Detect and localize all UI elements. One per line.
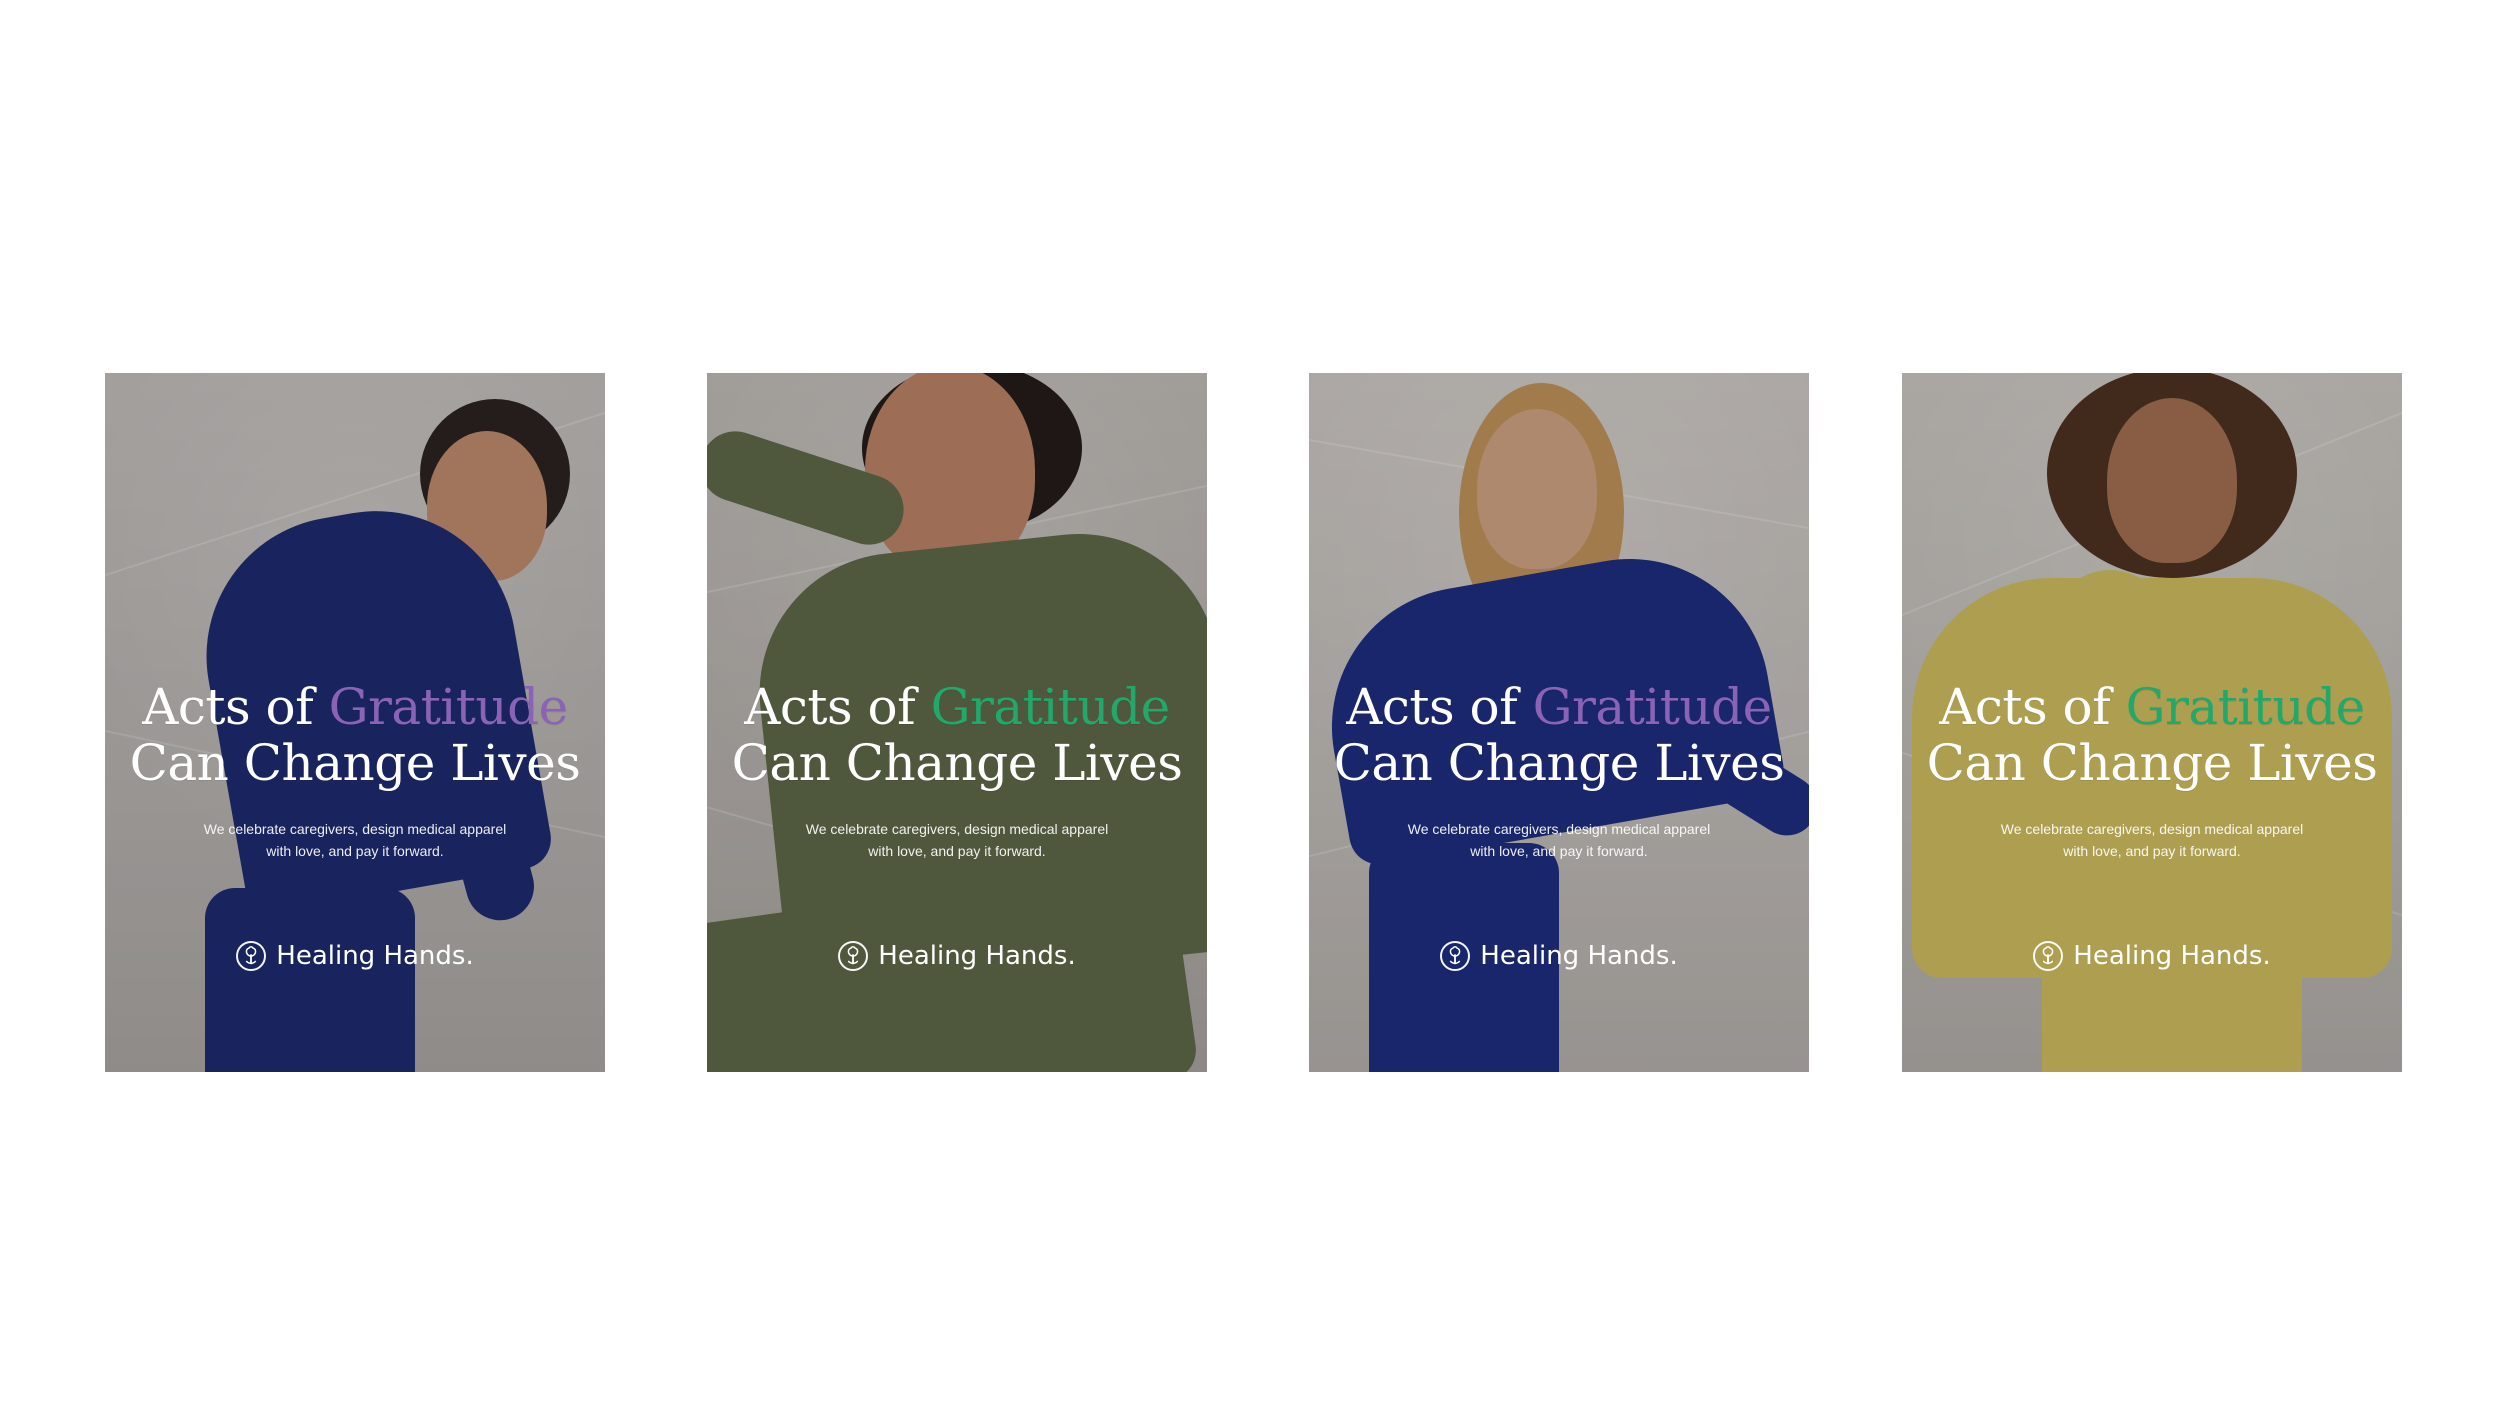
headline-line-1: Acts of Gratitude: [1902, 679, 2402, 735]
headline-line-2: Can Change Lives: [731, 734, 1183, 792]
headline-line-1: Acts of Gratitude: [1309, 679, 1809, 735]
headline-line-1: Acts of Gratitude: [707, 679, 1207, 735]
brand-lockup: Healing Hands.: [105, 941, 605, 971]
poster-3: Acts of Gratitude Can Change Lives We ce…: [1309, 373, 1809, 1072]
subcopy-line-1: We celebrate caregivers, design medical …: [1407, 821, 1711, 837]
brand-name: Healing Hands.: [2073, 941, 2271, 971]
subcopy-line-1: We celebrate caregivers, design medical …: [203, 821, 507, 837]
headline-prefix: Acts of: [744, 678, 931, 736]
brand-lockup: Healing Hands.: [1309, 941, 1809, 971]
headline: Acts of Gratitude Can Change Lives: [707, 679, 1207, 791]
brand-lockup: Healing Hands.: [707, 941, 1207, 971]
poster-4: Acts of Gratitude Can Change Lives We ce…: [1902, 373, 2402, 1072]
brand-name: Healing Hands.: [878, 941, 1076, 971]
subcopy-line-2: with love, and pay it forward.: [266, 843, 444, 859]
subcopy: We celebrate caregivers, design medical …: [707, 818, 1207, 862]
subcopy: We celebrate caregivers, design medical …: [105, 818, 605, 862]
brand-name: Healing Hands.: [276, 941, 474, 971]
headline: Acts of Gratitude Can Change Lives: [105, 679, 605, 791]
headline-prefix: Acts of: [1346, 678, 1533, 736]
tree-logo-icon: [236, 941, 267, 971]
brand-name: Healing Hands.: [1480, 941, 1678, 971]
tree-logo-icon: [2033, 941, 2064, 971]
subcopy-line-2: with love, and pay it forward.: [868, 843, 1046, 859]
headline-line-2: Can Change Lives: [1333, 734, 1785, 792]
brand-lockup: Healing Hands.: [1902, 941, 2402, 971]
headline-line-1: Acts of Gratitude: [105, 679, 605, 735]
tree-logo-icon: [1440, 941, 1471, 971]
headline-accent: Gratitude: [930, 678, 1171, 736]
headline-line-2: Can Change Lives: [1926, 734, 2378, 792]
headline-prefix: Acts of: [1939, 678, 2126, 736]
subcopy: We celebrate caregivers, design medical …: [1902, 818, 2402, 862]
subcopy-line-1: We celebrate caregivers, design medical …: [805, 821, 1109, 837]
headline-accent: Gratitude: [1532, 678, 1773, 736]
headline-accent: Gratitude: [2125, 678, 2366, 736]
headline: Acts of Gratitude Can Change Lives: [1902, 679, 2402, 791]
subcopy-line-2: with love, and pay it forward.: [2063, 843, 2241, 859]
headline-accent: Gratitude: [328, 678, 569, 736]
subcopy-line-1: We celebrate caregivers, design medical …: [2000, 821, 2304, 837]
subcopy-line-2: with love, and pay it forward.: [1470, 843, 1648, 859]
subcopy: We celebrate caregivers, design medical …: [1309, 818, 1809, 862]
poster-1: Acts of Gratitude Can Change Lives We ce…: [105, 373, 605, 1072]
tree-logo-icon: [838, 941, 869, 971]
headline-line-2: Can Change Lives: [129, 734, 581, 792]
headline-prefix: Acts of: [142, 678, 329, 736]
poster-2: Acts of Gratitude Can Change Lives We ce…: [707, 373, 1207, 1072]
headline: Acts of Gratitude Can Change Lives: [1309, 679, 1809, 791]
